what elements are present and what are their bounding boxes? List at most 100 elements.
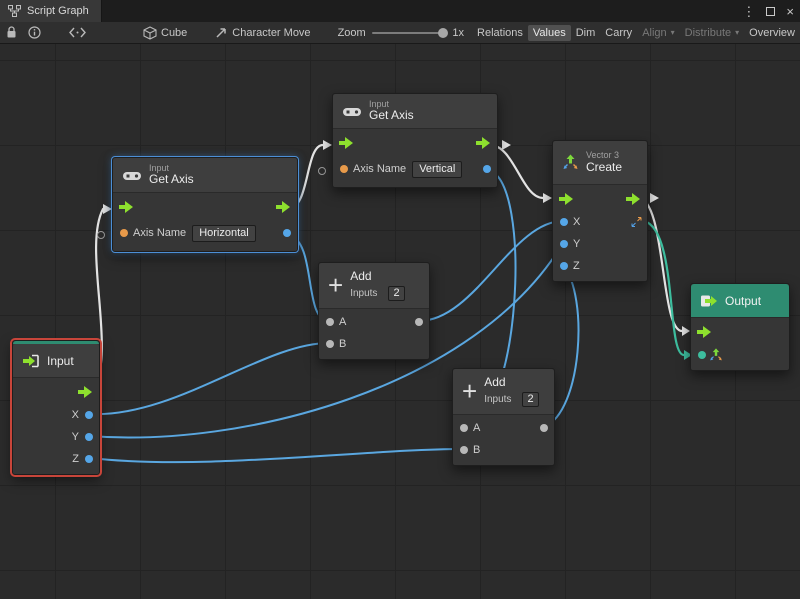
value-in-port-b[interactable] [460, 446, 468, 454]
node-graph-output[interactable]: Output [690, 283, 790, 371]
relations-button[interactable]: Relations [472, 25, 528, 41]
value-row [691, 344, 789, 366]
port-a-label: A [473, 422, 480, 434]
fold-arrows-icon[interactable] [631, 217, 642, 228]
wire-input-z-to-add2-b[interactable] [90, 449, 463, 462]
values-label: Values [533, 27, 566, 39]
flow-out-port[interactable] [626, 193, 641, 205]
node-header: + Add Inputs 2 [453, 369, 554, 415]
graph-toolbar: Cube Character Move Zoom 1x Relations Va… [0, 22, 800, 44]
node-title: Get Axis [369, 109, 414, 123]
sum-out-port[interactable] [415, 318, 423, 326]
port-b-label: B [473, 444, 480, 456]
code-icon[interactable] [69, 27, 86, 38]
node-header: Vector 3 Create [553, 141, 647, 185]
string-in-port[interactable] [340, 165, 348, 173]
axis-name-field[interactable]: Horizontal [192, 225, 256, 242]
value-out-port[interactable] [283, 229, 291, 237]
zoom-label: Zoom [338, 27, 366, 39]
vector3-type-icon [709, 348, 723, 362]
tab-label: Script Graph [27, 5, 89, 17]
plus-icon: + [462, 380, 477, 402]
wire-arrowhead [682, 326, 690, 336]
node-vector3-create[interactable]: Vector 3 Create X Y [552, 140, 648, 282]
value-in-port-b[interactable] [326, 340, 334, 348]
node-title: Add [484, 376, 538, 390]
string-in-port[interactable] [120, 229, 128, 237]
flow-row [333, 131, 497, 155]
values-button[interactable]: Values [528, 25, 571, 41]
inputs-count-field[interactable]: 2 [388, 286, 404, 301]
kebab-menu-icon[interactable]: ⋮ [742, 5, 755, 18]
wire-input-x-to-add1-b[interactable] [90, 343, 329, 414]
port-x-label: X [72, 409, 79, 421]
node-header: Input Get Axis [113, 158, 297, 193]
node-get-axis-vertical[interactable]: Input Get Axis Axis Name Vertical [332, 93, 498, 188]
flow-row [691, 320, 789, 344]
close-icon[interactable]: × [786, 5, 794, 18]
script-graph-window: Script Graph ⋮ × Cube Characte [0, 0, 800, 599]
node-title: Create [586, 161, 622, 175]
unconnected-port-indicator[interactable] [318, 167, 326, 175]
tab-bar: Script Graph ⋮ × [0, 0, 800, 22]
flow-in-port[interactable] [559, 193, 574, 205]
graph-canvas[interactable]: Input Get Axis Axis Name Vertical [0, 44, 800, 599]
inputs-count-field[interactable]: 2 [522, 392, 538, 407]
dim-label: Dim [576, 27, 596, 39]
tab-script-graph[interactable]: Script Graph [0, 0, 102, 22]
axis-name-field[interactable]: Vertical [412, 161, 462, 178]
lock-icon[interactable] [6, 26, 17, 39]
value-in-port-a[interactable] [460, 424, 468, 432]
overview-label: Overview [749, 27, 795, 39]
flow-in-port[interactable] [119, 201, 134, 213]
wire-arrowhead [502, 140, 511, 150]
align-label: Align [642, 27, 666, 39]
node-get-axis-horizontal[interactable]: Input Get Axis Axis Name Horizontal [112, 157, 298, 252]
zoom-knob[interactable] [438, 28, 448, 38]
script-graph-icon [8, 5, 21, 17]
breadcrumb-graph[interactable]: Character Move [210, 24, 315, 41]
flow-out-port[interactable] [78, 386, 93, 398]
axis-name-row: Axis Name Vertical [333, 155, 497, 183]
value-in-port-a[interactable] [326, 318, 334, 326]
flow-out-port[interactable] [476, 137, 491, 149]
wire-arrowhead [543, 193, 552, 203]
node-add-2[interactable]: + Add Inputs 2 A B [452, 368, 555, 466]
node-body [691, 318, 789, 370]
value-in-port[interactable] [698, 351, 706, 359]
unconnected-port-indicator[interactable] [97, 231, 105, 239]
dim-button[interactable]: Dim [571, 25, 601, 41]
node-body: A B [453, 415, 554, 465]
node-add-1[interactable]: + Add Inputs 2 A B [318, 262, 430, 360]
x-out-port[interactable] [85, 411, 93, 419]
z-out-port[interactable] [85, 455, 93, 463]
wire-add1-to-vector3-x[interactable] [419, 221, 563, 321]
overview-button[interactable]: Overview [744, 25, 800, 41]
carry-label: Carry [605, 27, 632, 39]
sum-out-port[interactable] [540, 424, 548, 432]
node-graph-input[interactable]: Input X Y Z [12, 340, 100, 475]
axis-name-label: Axis Name [133, 227, 186, 239]
wire-vector3-value-to-output[interactable] [644, 221, 684, 355]
port-y-label: Y [573, 238, 580, 250]
distribute-button[interactable]: Distribute▾ [680, 25, 744, 41]
port-row-x: X [13, 404, 99, 426]
flow-out-port[interactable] [276, 201, 291, 213]
align-button[interactable]: Align▾ [637, 25, 679, 41]
flow-in-port[interactable] [339, 137, 354, 149]
y-out-port[interactable] [85, 433, 93, 441]
zoom-slider[interactable] [372, 32, 447, 34]
flow-row [13, 380, 99, 404]
graph-output-icon [700, 294, 718, 308]
info-icon[interactable] [28, 26, 41, 39]
node-body: X Y Z [553, 185, 647, 281]
axis-name-label: Axis Name [353, 163, 406, 175]
flow-in-port[interactable] [697, 326, 712, 338]
y-in-port[interactable] [560, 240, 568, 248]
x-in-port[interactable] [560, 218, 568, 226]
maximize-icon[interactable] [766, 7, 775, 16]
value-out-port[interactable] [483, 165, 491, 173]
z-in-port[interactable] [560, 262, 568, 270]
carry-button[interactable]: Carry [600, 25, 637, 41]
breadcrumb-object[interactable]: Cube [138, 24, 192, 42]
